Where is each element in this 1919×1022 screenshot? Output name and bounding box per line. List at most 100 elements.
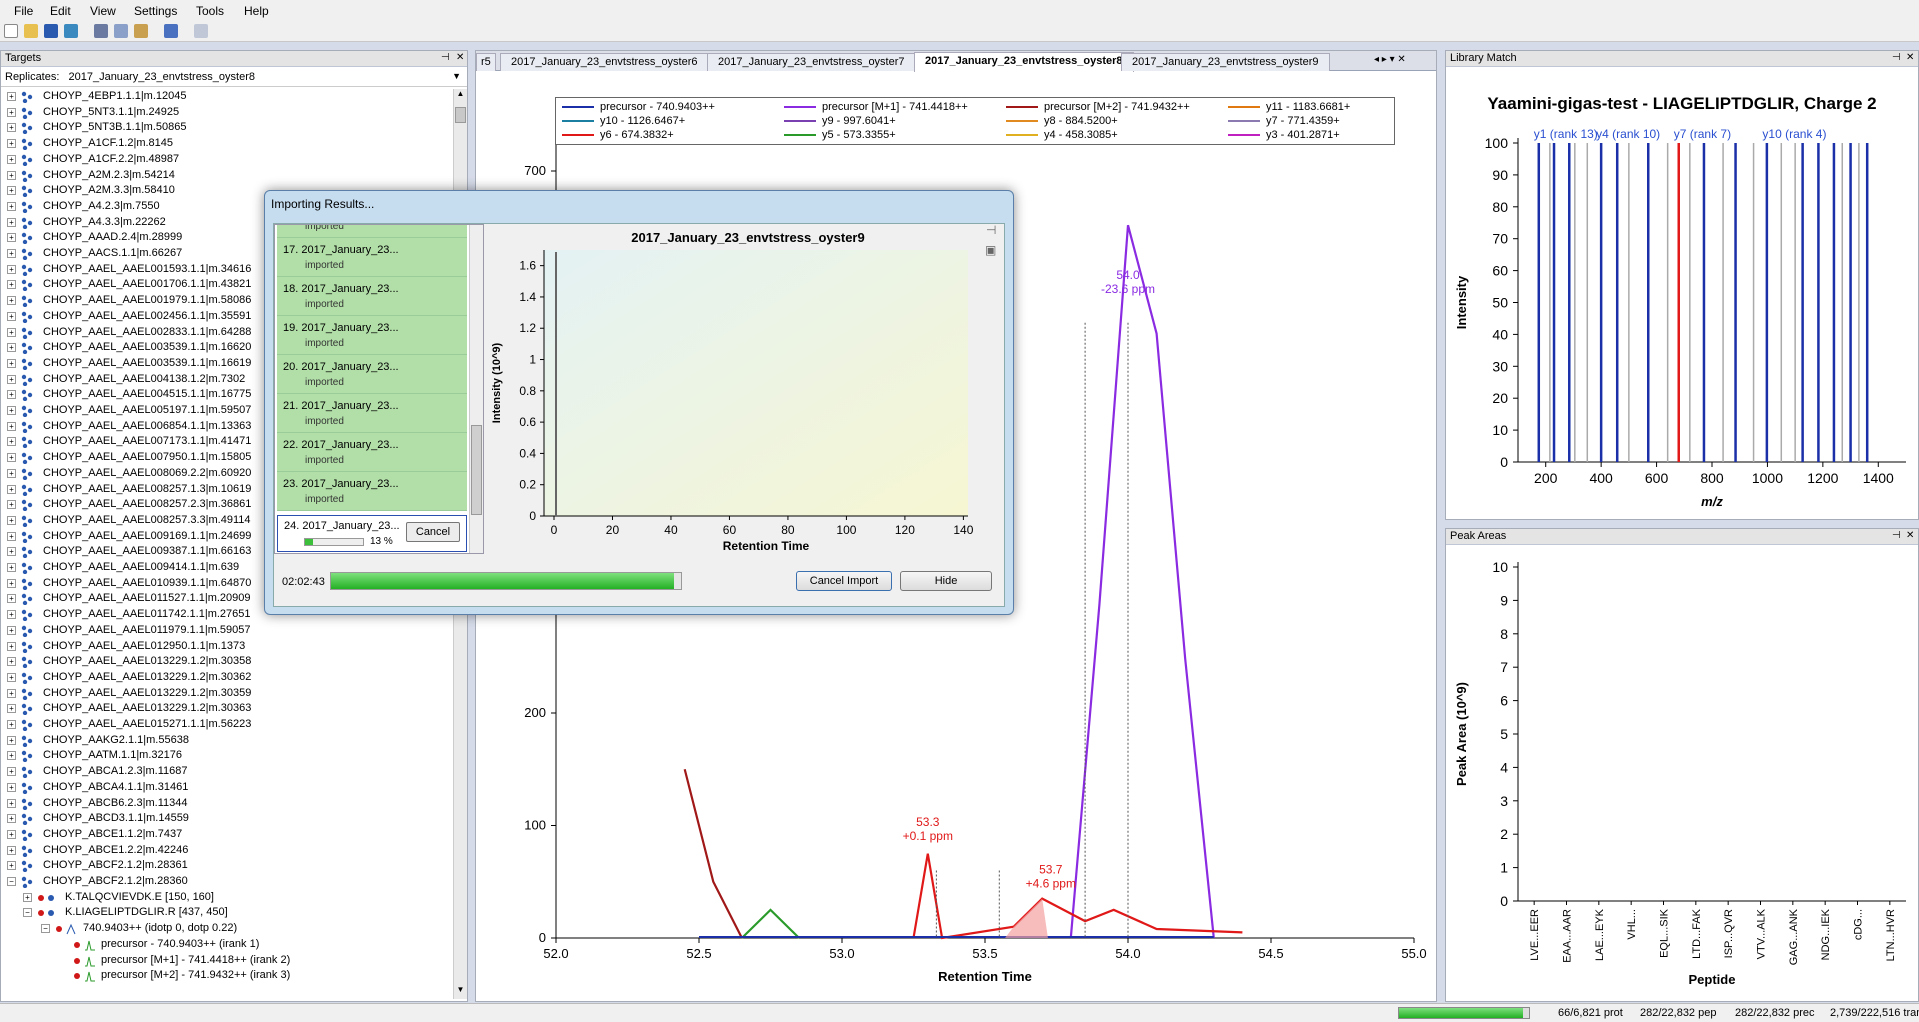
result-cancel-button[interactable]: Cancel	[406, 522, 460, 542]
pin-icon[interactable]: ⊣	[1892, 530, 1901, 541]
tree-item[interactable]: + CHOYP_AAEL_AAEL013229.1.2|m.30362	[1, 670, 453, 686]
result-item[interactable]: 19. 2017_January_23... imported	[277, 316, 467, 355]
menu-file[interactable]: File	[14, 4, 33, 18]
menu-view[interactable]: View	[90, 4, 116, 18]
tree-item[interactable]: + CHOYP_AAEL_AAEL012950.1.1|m.1373	[1, 639, 453, 655]
expand-icon[interactable]: +	[7, 688, 16, 698]
expand-icon[interactable]: +	[7, 170, 16, 180]
tree-item[interactable]: + CHOYP_AAKG2.1.1|m.55638	[1, 733, 453, 749]
collapse-icon[interactable]: −	[7, 877, 16, 886]
expand-icon[interactable]: +	[7, 264, 16, 274]
tree-item[interactable]: + CHOYP_AATM.1.1|m.32176	[1, 748, 453, 764]
expand-icon[interactable]: +	[7, 154, 16, 164]
scroll-thumb[interactable]	[455, 107, 466, 123]
tree-item[interactable]: + CHOYP_ABCE1.1.2|m.7437	[1, 827, 453, 843]
redo-icon[interactable]	[194, 24, 208, 38]
expand-icon[interactable]: +	[7, 390, 16, 400]
expand-icon[interactable]: +	[7, 578, 16, 588]
expand-icon[interactable]: +	[7, 327, 16, 337]
expand-icon[interactable]: +	[7, 829, 16, 839]
expand-icon[interactable]: +	[7, 186, 16, 196]
expand-icon[interactable]: +	[7, 484, 16, 494]
pin-icon[interactable]: ⊣	[986, 224, 996, 237]
expand-icon[interactable]: +	[7, 720, 16, 729]
transition-node[interactable]: precursor [M+1] - 741.4418++ (irank 2)	[1, 953, 453, 969]
expand-icon[interactable]: +	[7, 343, 16, 353]
results-scroll-thumb[interactable]	[471, 425, 482, 515]
expand-icon[interactable]: +	[23, 892, 32, 902]
result-item[interactable]: 20. 2017_January_23... imported	[277, 355, 467, 394]
expand-icon[interactable]: +	[7, 217, 16, 227]
pin-icon[interactable]: ⊣	[441, 52, 450, 63]
pin-icon[interactable]: ⊣	[1892, 52, 1901, 63]
menu-settings[interactable]: Settings	[134, 4, 177, 18]
expand-icon[interactable]: +	[7, 280, 16, 290]
tree-item[interactable]: + CHOYP_ABCB6.2.3|m.11344	[1, 796, 453, 812]
save-icon[interactable]	[44, 24, 58, 38]
tree-item[interactable]: + CHOYP_A2M.2.3|m.54214	[1, 168, 453, 184]
collapse-icon[interactable]: −	[23, 908, 32, 918]
expand-icon[interactable]: +	[7, 468, 16, 478]
tree-item[interactable]: + CHOYP_5NT3.1.1|m.24925	[1, 105, 453, 121]
tree-item[interactable]: + CHOYP_AAEL_AAEL013229.1.2|m.30359	[1, 686, 453, 702]
expand-icon[interactable]: +	[7, 233, 16, 243]
menu-tools[interactable]: Tools	[196, 4, 224, 18]
import-icon[interactable]	[64, 24, 78, 38]
expand-icon[interactable]: +	[7, 437, 16, 447]
scroll-up-icon[interactable]: ▲	[455, 89, 466, 103]
expand-icon[interactable]: +	[7, 704, 16, 714]
paste-icon[interactable]	[134, 24, 148, 38]
close-icon[interactable]: ✕	[456, 52, 464, 63]
close-icon[interactable]: ✕	[1906, 52, 1914, 63]
undo-icon[interactable]	[164, 24, 178, 38]
expand-icon[interactable]: +	[7, 107, 16, 117]
expand-icon[interactable]: +	[7, 421, 16, 431]
expand-icon[interactable]: +	[7, 296, 16, 306]
tree-item[interactable]: − CHOYP_ABCF2.1.2|m.28360	[1, 874, 453, 890]
expand-icon[interactable]: +	[7, 563, 16, 572]
result-item[interactable]: 23. 2017_January_23... imported	[277, 472, 467, 511]
menu-help[interactable]: Help	[244, 4, 269, 18]
expand-icon[interactable]: +	[7, 515, 16, 525]
peptide-node[interactable]: + K.TALQCVIEVDK.E [150, 160]	[1, 890, 453, 906]
expand-icon[interactable]: +	[7, 610, 16, 620]
chevron-down-icon[interactable]: ▼	[452, 71, 461, 81]
expand-icon[interactable]: +	[7, 625, 16, 635]
lock-icon[interactable]: ▣	[985, 243, 996, 257]
expand-icon[interactable]: +	[7, 547, 16, 557]
tree-item[interactable]: + CHOYP_AAEL_AAEL015271.1.1|m.56223	[1, 717, 453, 733]
expand-icon[interactable]: +	[7, 861, 16, 871]
open-icon[interactable]	[24, 24, 38, 38]
expand-icon[interactable]: +	[7, 406, 16, 415]
expand-icon[interactable]: +	[7, 453, 16, 463]
expand-icon[interactable]: +	[7, 751, 16, 761]
hide-button[interactable]: Hide	[900, 571, 992, 591]
scroll-down-icon[interactable]: ▼	[455, 985, 466, 999]
expand-icon[interactable]: +	[7, 500, 16, 510]
close-icon[interactable]: ✕	[1906, 530, 1914, 541]
expand-icon[interactable]: +	[7, 735, 16, 745]
tree-item[interactable]: + CHOYP_AAEL_AAEL013229.1.2|m.30363	[1, 701, 453, 717]
expand-icon[interactable]: +	[7, 641, 16, 651]
result-item[interactable]: 17. 2017_January_23... imported	[277, 238, 467, 277]
tree-item[interactable]: + CHOYP_5NT3B.1.1|m.50865	[1, 120, 453, 136]
cancel-import-button[interactable]: Cancel Import	[796, 571, 892, 591]
expand-icon[interactable]: +	[7, 657, 16, 667]
expand-icon[interactable]: +	[7, 814, 16, 824]
library-spectrum-chart[interactable]: Yaamini-gigas-test - LIAGELIPTDGLIR, Cha…	[1446, 67, 1918, 517]
tree-item[interactable]: + CHOYP_A1CF.2.2|m.48987	[1, 152, 453, 168]
tree-item[interactable]: + CHOYP_AAEL_AAEL013229.1.2|m.30358	[1, 654, 453, 670]
results-scrollbar[interactable]	[469, 225, 483, 553]
peptide-node[interactable]: − K.LIAGELIPTDGLIR.R [437, 450]	[1, 905, 453, 921]
tree-item[interactable]: + CHOYP_ABCF2.1.2|m.28361	[1, 858, 453, 874]
expand-icon[interactable]: +	[7, 845, 16, 855]
menu-edit[interactable]: Edit	[50, 4, 71, 18]
result-item[interactable]: 22. 2017_January_23... imported	[277, 433, 467, 472]
replicates-select[interactable]: 2017_January_23_envtstress_oyster8	[68, 71, 255, 83]
expand-icon[interactable]: +	[7, 594, 16, 604]
expand-icon[interactable]: +	[7, 767, 16, 777]
expand-icon[interactable]: +	[7, 358, 16, 368]
expand-icon[interactable]: +	[7, 672, 16, 682]
peak-areas-chart[interactable]: 0 1 2 3 4 5 6 7 8 9 10 LVE...EER EAA...AAR LAE...EYK V…	[1446, 545, 1918, 1001]
expand-icon[interactable]: +	[7, 311, 16, 321]
